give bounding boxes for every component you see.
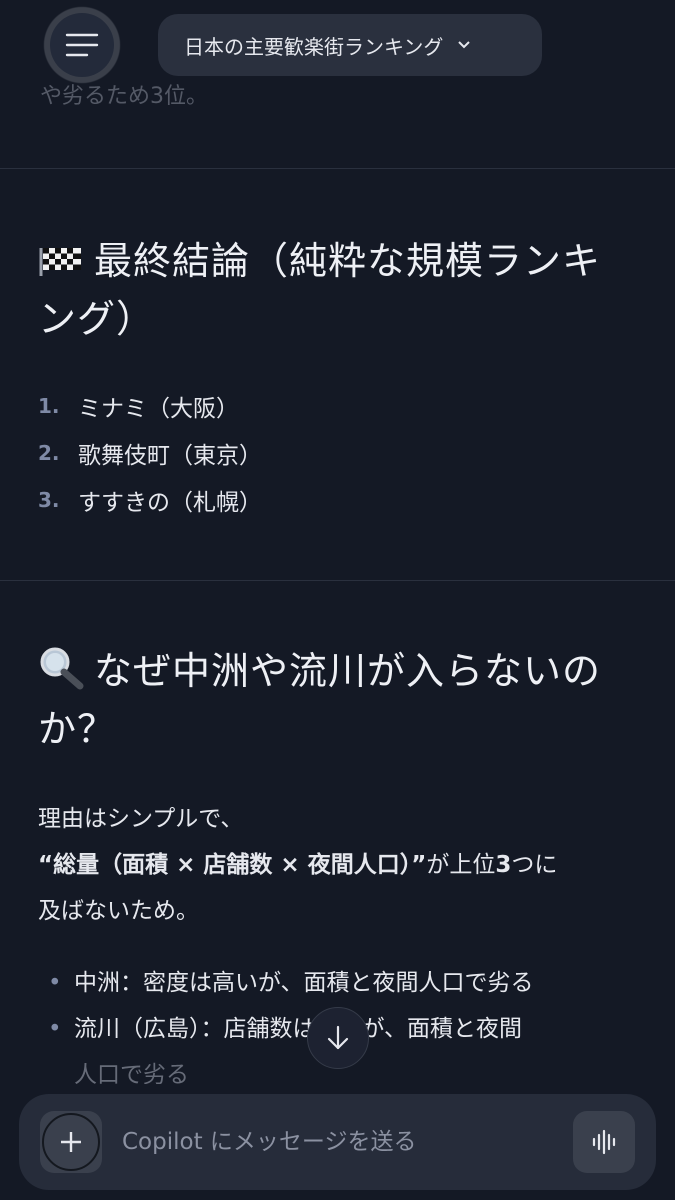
bold-number: 3 xyxy=(495,852,512,878)
voice-input-button[interactable] xyxy=(573,1111,635,1173)
menu-button[interactable] xyxy=(33,3,131,87)
checkered-flag-icon xyxy=(39,248,81,276)
conclusion-title: 最終結論（純粋な規模ランキング） xyxy=(38,239,602,341)
conclusion-heading: 最終結論（純粋な規模ランキング） xyxy=(38,232,638,348)
ranking-list: 1. ミナミ（大阪） 2. 歌舞伎町（東京） 3. すすきの（札幌） xyxy=(38,382,262,523)
hamburger-menu-icon xyxy=(65,33,99,57)
section-divider xyxy=(0,580,675,581)
list-number: 3. xyxy=(38,487,60,512)
list-label: ミナミ（大阪） xyxy=(78,395,239,422)
list-item: 1. ミナミ（大阪） xyxy=(38,382,262,429)
para-line: 理由はシンプルで、 xyxy=(38,806,244,832)
message-input[interactable] xyxy=(122,1120,542,1164)
list-number: 1. xyxy=(38,393,60,418)
para-line: 及ばないため。 xyxy=(38,898,199,924)
conversation-title: 日本の主要歓楽街ランキング xyxy=(184,34,444,59)
magnifying-glass-icon xyxy=(40,647,84,690)
scroll-to-bottom-button[interactable] xyxy=(307,1007,369,1069)
voice-waveform-icon xyxy=(592,1129,616,1155)
bullet-text: 中洲：密度は高いが、面積と夜間人口で劣る xyxy=(74,970,534,996)
list-label: すすきの（札幌） xyxy=(78,489,262,516)
why-paragraph: 理由はシンプルで、 “総量（面積 × 店舗数 × 夜間人口）”が上位3つに 及ば… xyxy=(38,796,638,934)
section-divider xyxy=(0,168,675,169)
list-item: 3. すすきの（札幌） xyxy=(38,476,262,523)
para-line: “総量（面積 × 店舗数 × 夜間人口）”が上位3つに xyxy=(38,842,638,888)
why-title: なぜ中洲や流川が入らないのか？ xyxy=(38,649,602,751)
list-number: 2. xyxy=(38,440,60,465)
plus-icon xyxy=(61,1132,81,1152)
bullet-text: 流川（広島）：店舗数は多いが、面積と夜間 xyxy=(74,1016,523,1042)
conversation-title-dropdown[interactable]: 日本の主要歓楽街ランキング xyxy=(158,14,542,76)
chevron-down-icon xyxy=(458,41,471,49)
list-item: 2. 歌舞伎町（東京） xyxy=(38,429,262,476)
para-text: つに xyxy=(511,852,558,878)
arrow-down-icon xyxy=(327,1025,349,1050)
bold-phrase: “総量（面積 × 店舗数 × 夜間人口）” xyxy=(38,852,427,878)
why-heading: なぜ中洲や流川が入らないのか？ xyxy=(38,642,638,758)
list-label: 歌舞伎町（東京） xyxy=(78,442,262,469)
para-text: が上位 xyxy=(426,852,496,878)
list-item: • 中洲：密度は高いが、面積と夜間人口で劣る xyxy=(48,960,648,1006)
add-attachment-button[interactable] xyxy=(40,1111,102,1173)
